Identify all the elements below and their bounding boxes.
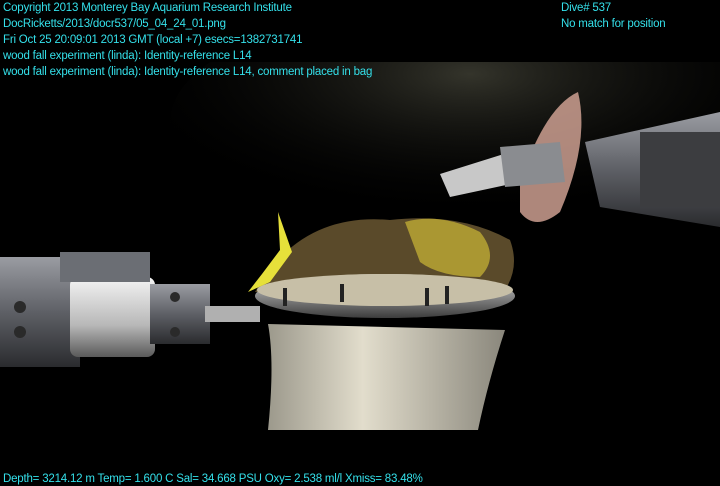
- video-frame: Copyright 2013 Monterey Bay Aquarium Res…: [0, 0, 720, 486]
- sensor-readout: Depth= 3214.12 m Temp= 1.600 C Sal= 34.6…: [3, 473, 423, 485]
- ring-clip: [340, 284, 344, 302]
- sample-bag: [268, 324, 505, 430]
- annotation-line-2: wood fall experiment (linda): Identity-r…: [3, 66, 373, 78]
- overlay-metadata-left: Copyright 2013 Monterey Bay Aquarium Res…: [3, 0, 372, 80]
- timestamp-line: Fri Oct 25 20:09:01 2013 GMT (local +7) …: [3, 34, 303, 46]
- ring-clip: [445, 286, 449, 304]
- dive-number: Dive# 537: [561, 2, 611, 14]
- rov-camera-scene: [0, 62, 720, 430]
- position-status: No match for position: [561, 18, 666, 30]
- image-path-line: DocRicketts/2013/docr537/05_04_24_01.png: [3, 18, 226, 30]
- ring-clip: [425, 288, 429, 306]
- ring-clip: [283, 288, 287, 306]
- overlay-metadata-right: Dive# 537 No match for position: [561, 0, 666, 32]
- ring-top: [257, 274, 513, 306]
- annotation-line-1: wood fall experiment (linda): Identity-r…: [3, 50, 252, 62]
- left-manipulator-arm: [0, 252, 260, 367]
- copyright-line: Copyright 2013 Monterey Bay Aquarium Res…: [3, 2, 292, 14]
